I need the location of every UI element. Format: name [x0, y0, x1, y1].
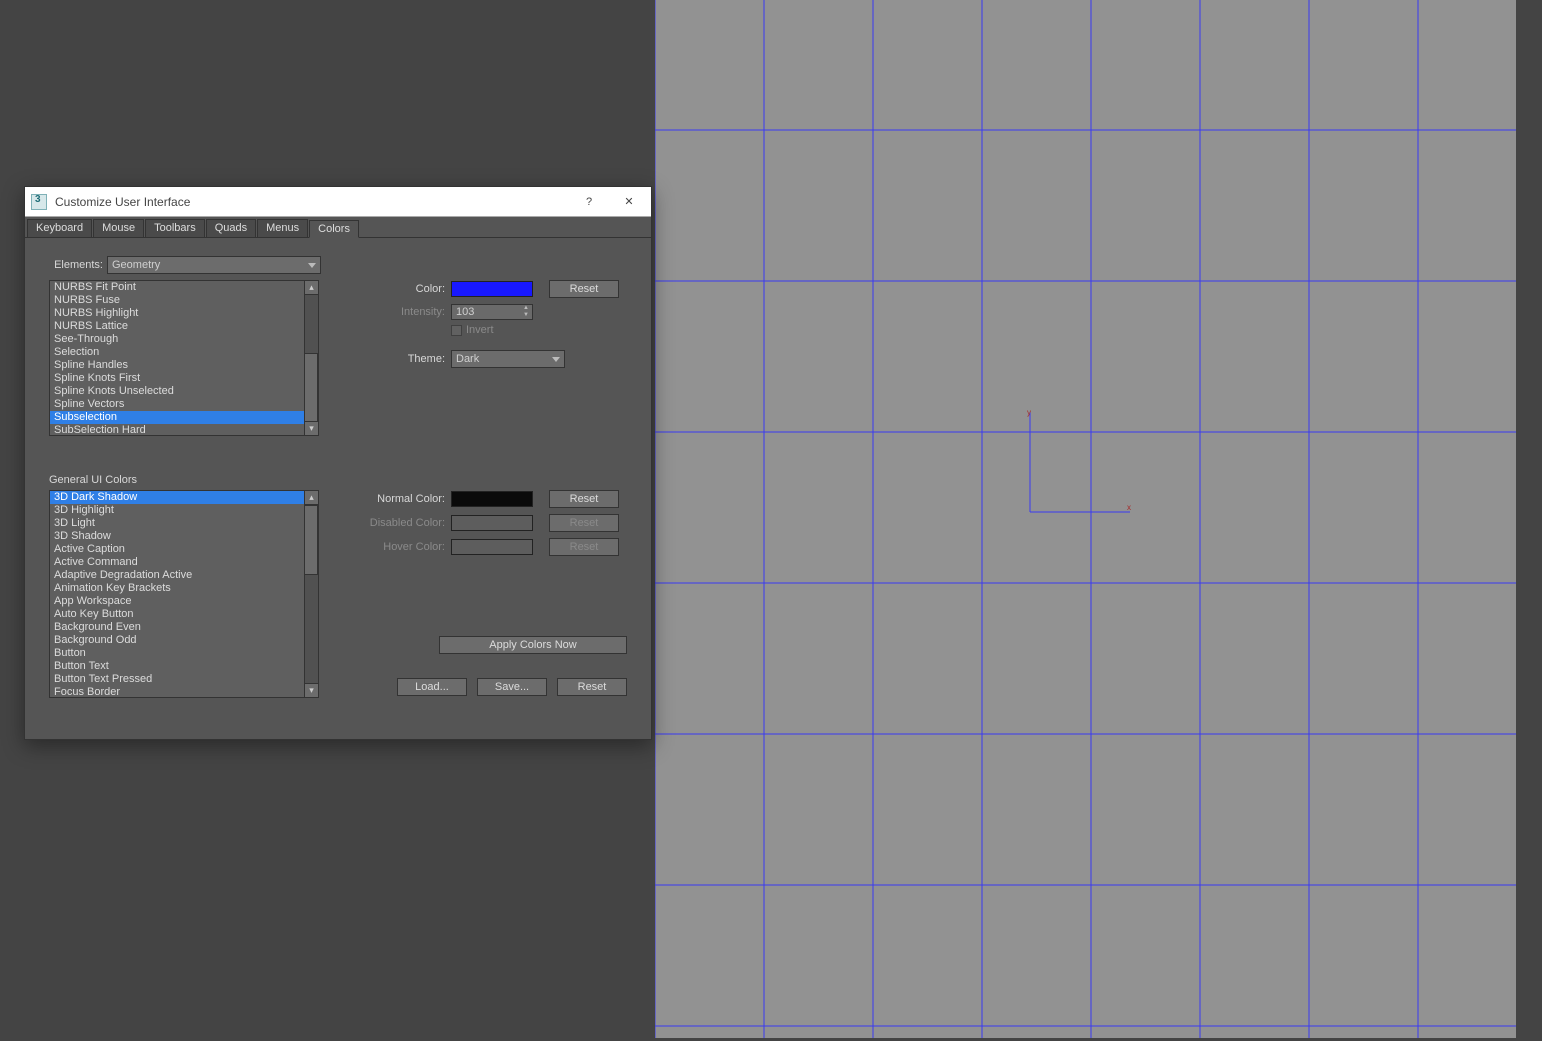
axis-label-x: x	[1127, 503, 1131, 512]
scrollbar-thumb[interactable]	[304, 505, 318, 575]
save-button[interactable]: Save...	[477, 678, 547, 696]
help-button[interactable]: ?	[571, 187, 607, 217]
reset-disabled-button: Reset	[549, 514, 619, 532]
right-panel-strip	[1516, 0, 1542, 1038]
tab-mouse[interactable]: Mouse	[93, 219, 144, 237]
list-item[interactable]: Button Text	[50, 660, 304, 673]
list-item[interactable]: App Workspace	[50, 595, 304, 608]
general-colors-listbox[interactable]: 3D Dark Shadow 3D Highlight 3D Light 3D …	[49, 490, 319, 698]
hover-color-swatch	[451, 539, 533, 555]
list-item[interactable]: NURBS Lattice	[50, 320, 304, 333]
scroll-up-button[interactable]: ▴	[304, 281, 318, 295]
list-item[interactable]: Active Caption	[50, 543, 304, 556]
elements-label: Elements:	[49, 259, 103, 271]
theme-dropdown[interactable]: Dark	[451, 350, 565, 368]
viewport-grid: y x	[655, 0, 1516, 1038]
scroll-up-button[interactable]: ▴	[304, 491, 318, 505]
list-item[interactable]: 3D Highlight	[50, 504, 304, 517]
axis-label-y: y	[1027, 408, 1031, 417]
list-item[interactable]: Animation Key Brackets	[50, 582, 304, 595]
reset-normal-button[interactable]: Reset	[549, 490, 619, 508]
list-item[interactable]: NURBS Fit Point	[50, 281, 304, 294]
list-item[interactable]: Focus Border	[50, 686, 304, 699]
list-item[interactable]: 3D Dark Shadow	[50, 491, 304, 504]
list-item[interactable]: NURBS Highlight	[50, 307, 304, 320]
list-item[interactable]: Active Command	[50, 556, 304, 569]
customize-ui-dialog: Customize User Interface ? ✕ Keyboard Mo…	[24, 186, 652, 740]
hover-color-label: Hover Color:	[353, 541, 445, 553]
tab-toolbars[interactable]: Toolbars	[145, 219, 205, 237]
scroll-down-button[interactable]: ▾	[304, 421, 318, 435]
list-item[interactable]: Spline Handles	[50, 359, 304, 372]
help-icon: ?	[586, 196, 592, 208]
tab-strip: Keyboard Mouse Toolbars Quads Menus Colo…	[25, 217, 651, 238]
list-item[interactable]: Button	[50, 647, 304, 660]
app-icon	[31, 194, 47, 210]
list-item[interactable]: Background Odd	[50, 634, 304, 647]
list-item[interactable]: See-Through	[50, 333, 304, 346]
spinner-buttons[interactable]: ▲▼	[521, 305, 531, 319]
disabled-color-swatch	[451, 515, 533, 531]
reset-color-button[interactable]: Reset	[549, 280, 619, 298]
elements-listbox[interactable]: NURBS Fit Point NURBS Fuse NURBS Highlig…	[49, 280, 319, 436]
tab-menus[interactable]: Menus	[257, 219, 308, 237]
color-swatch[interactable]	[451, 281, 533, 297]
invert-checkbox[interactable]	[451, 325, 462, 336]
theme-dropdown-value: Dark	[456, 353, 479, 365]
list-item[interactable]: Spline Knots Unselected	[50, 385, 304, 398]
tab-keyboard[interactable]: Keyboard	[27, 219, 92, 237]
general-colors-header: General UI Colors	[49, 474, 627, 486]
list-item[interactable]: Spline Knots First	[50, 372, 304, 385]
load-button[interactable]: Load...	[397, 678, 467, 696]
list-item[interactable]: SubSelection Hard	[50, 424, 304, 437]
list-item[interactable]: NURBS Fuse	[50, 294, 304, 307]
dialog-body: Elements: Geometry NURBS Fit Point NURBS…	[25, 238, 651, 710]
list-item[interactable]: Background Even	[50, 621, 304, 634]
list-item[interactable]: 3D Shadow	[50, 530, 304, 543]
titlebar[interactable]: Customize User Interface ? ✕	[25, 187, 651, 217]
reset-hover-button: Reset	[549, 538, 619, 556]
elements-dropdown-value: Geometry	[112, 259, 160, 271]
invert-label: Invert	[466, 324, 494, 336]
dialog-title: Customize User Interface	[55, 195, 190, 209]
intensity-spinner[interactable]: 103 ▲▼	[451, 304, 533, 320]
color-label: Color:	[379, 283, 445, 295]
viewport-3d[interactable]: y x	[655, 0, 1516, 1038]
list-item[interactable]: Spline Vectors	[50, 398, 304, 411]
list-item[interactable]: Selection	[50, 346, 304, 359]
disabled-color-label: Disabled Color:	[353, 517, 445, 529]
chevron-down-icon	[308, 263, 316, 268]
list-item[interactable]: Subselection	[50, 411, 304, 424]
chevron-down-icon	[552, 357, 560, 362]
list-item[interactable]: Button Text Pressed	[50, 673, 304, 686]
elements-dropdown[interactable]: Geometry	[107, 256, 321, 274]
list-item[interactable]: Adaptive Degradation Active	[50, 569, 304, 582]
tab-colors[interactable]: Colors	[309, 220, 359, 238]
scroll-down-button[interactable]: ▾	[304, 683, 318, 697]
apply-colors-button[interactable]: Apply Colors Now	[439, 636, 627, 654]
theme-label: Theme:	[379, 353, 445, 365]
tab-quads[interactable]: Quads	[206, 219, 256, 237]
intensity-value: 103	[456, 306, 474, 318]
normal-color-label: Normal Color:	[353, 493, 445, 505]
close-button[interactable]: ✕	[607, 187, 651, 217]
intensity-label: Intensity:	[379, 306, 445, 318]
list-item[interactable]: 3D Light	[50, 517, 304, 530]
reset-all-button[interactable]: Reset	[557, 678, 627, 696]
axis-gizmo: y x	[1027, 408, 1131, 512]
list-item[interactable]: Auto Key Button	[50, 608, 304, 621]
close-icon: ✕	[624, 195, 633, 208]
normal-color-swatch[interactable]	[451, 491, 533, 507]
scrollbar-thumb[interactable]	[304, 353, 318, 423]
